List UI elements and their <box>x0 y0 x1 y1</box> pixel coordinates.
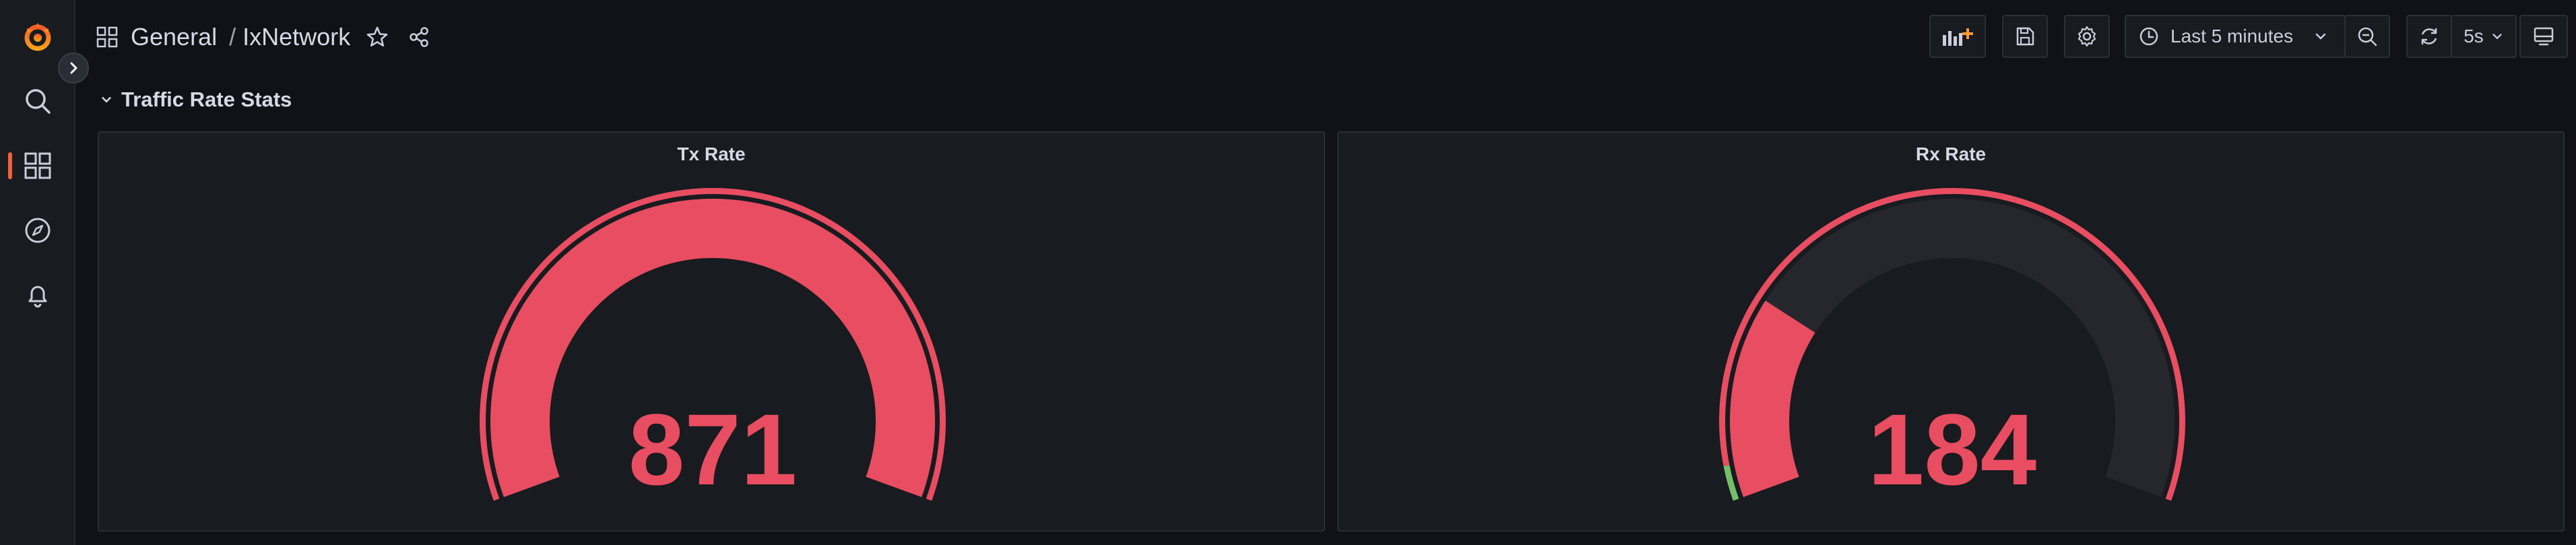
refresh-interval-picker[interactable]: 5s <box>2451 15 2517 58</box>
gauge-value: 871 <box>629 393 797 506</box>
add-panel-icon <box>1943 28 1973 46</box>
breadcrumb: General / IxNetwork <box>96 20 434 54</box>
tv-mode-icon <box>2534 27 2554 46</box>
dashboard-toolbar: Last 5 minutes 5s <box>1902 0 2576 74</box>
gauge-rx-rate: 184 <box>1719 188 2185 506</box>
sidebar-item-alerting[interactable] <box>0 269 75 321</box>
sidebar-expand-button[interactable] <box>58 53 89 84</box>
share-icon <box>410 27 428 47</box>
chevron-down-icon <box>2315 33 2326 40</box>
add-panel-button[interactable] <box>1929 15 1986 58</box>
share-dashboard-button[interactable] <box>404 22 434 52</box>
gear-icon <box>2078 26 2096 47</box>
breadcrumb-separator: / <box>229 23 236 51</box>
clock-icon <box>2139 27 2158 46</box>
breadcrumb-dashboard-title[interactable]: IxNetwork <box>243 23 350 51</box>
bell-icon <box>28 286 47 308</box>
dashboards-grid-icon <box>24 152 51 179</box>
time-range-label: Last 5 minutes <box>2170 26 2294 46</box>
gauge-value: 184 <box>1868 393 2036 506</box>
dashboard-settings-button[interactable] <box>2064 15 2110 58</box>
sidebar-item-dashboards[interactable] <box>0 140 75 191</box>
search-icon <box>26 89 51 114</box>
star-dashboard-button[interactable] <box>362 22 392 52</box>
sidebar-item-explore[interactable] <box>0 205 75 256</box>
grafana-logo-icon <box>24 23 51 51</box>
refresh-interval-label: 5s <box>2464 26 2484 46</box>
side-menu <box>0 0 75 545</box>
gauge-tx-rate: 871 <box>480 188 946 506</box>
chevron-right-icon <box>70 62 77 74</box>
breadcrumb-folder-link[interactable]: General <box>131 23 217 51</box>
dashboards-grid-icon <box>96 26 118 48</box>
sidebar-item-search[interactable] <box>0 75 75 127</box>
zoom-out-button[interactable] <box>2344 15 2390 58</box>
gauge-panel-rx-rate[interactable]: Rx Rate 184 <box>1337 131 2565 532</box>
chevron-down-icon <box>2492 34 2502 40</box>
star-icon <box>366 26 388 46</box>
gauge-panel-tx-rate[interactable]: Tx Rate 871 <box>98 131 1325 532</box>
refresh-button[interactable] <box>2406 15 2452 58</box>
tv-mode-button[interactable] <box>2519 15 2568 58</box>
save-icon <box>2016 27 2034 46</box>
save-dashboard-button[interactable] <box>2002 15 2048 58</box>
time-range-picker[interactable]: Last 5 minutes <box>2125 15 2346 58</box>
chevron-down-icon <box>102 97 111 103</box>
compass-icon <box>25 218 51 243</box>
dashboard-row-header[interactable]: Traffic Rate Stats <box>100 85 292 115</box>
refresh-icon <box>2421 28 2437 44</box>
grafana-logo[interactable] <box>0 11 75 62</box>
zoom-out-icon <box>2358 27 2377 46</box>
top-navbar: General / IxNetwork Last 5 minutes 5s <box>75 0 2576 74</box>
row-title: Traffic Rate Stats <box>121 88 292 111</box>
